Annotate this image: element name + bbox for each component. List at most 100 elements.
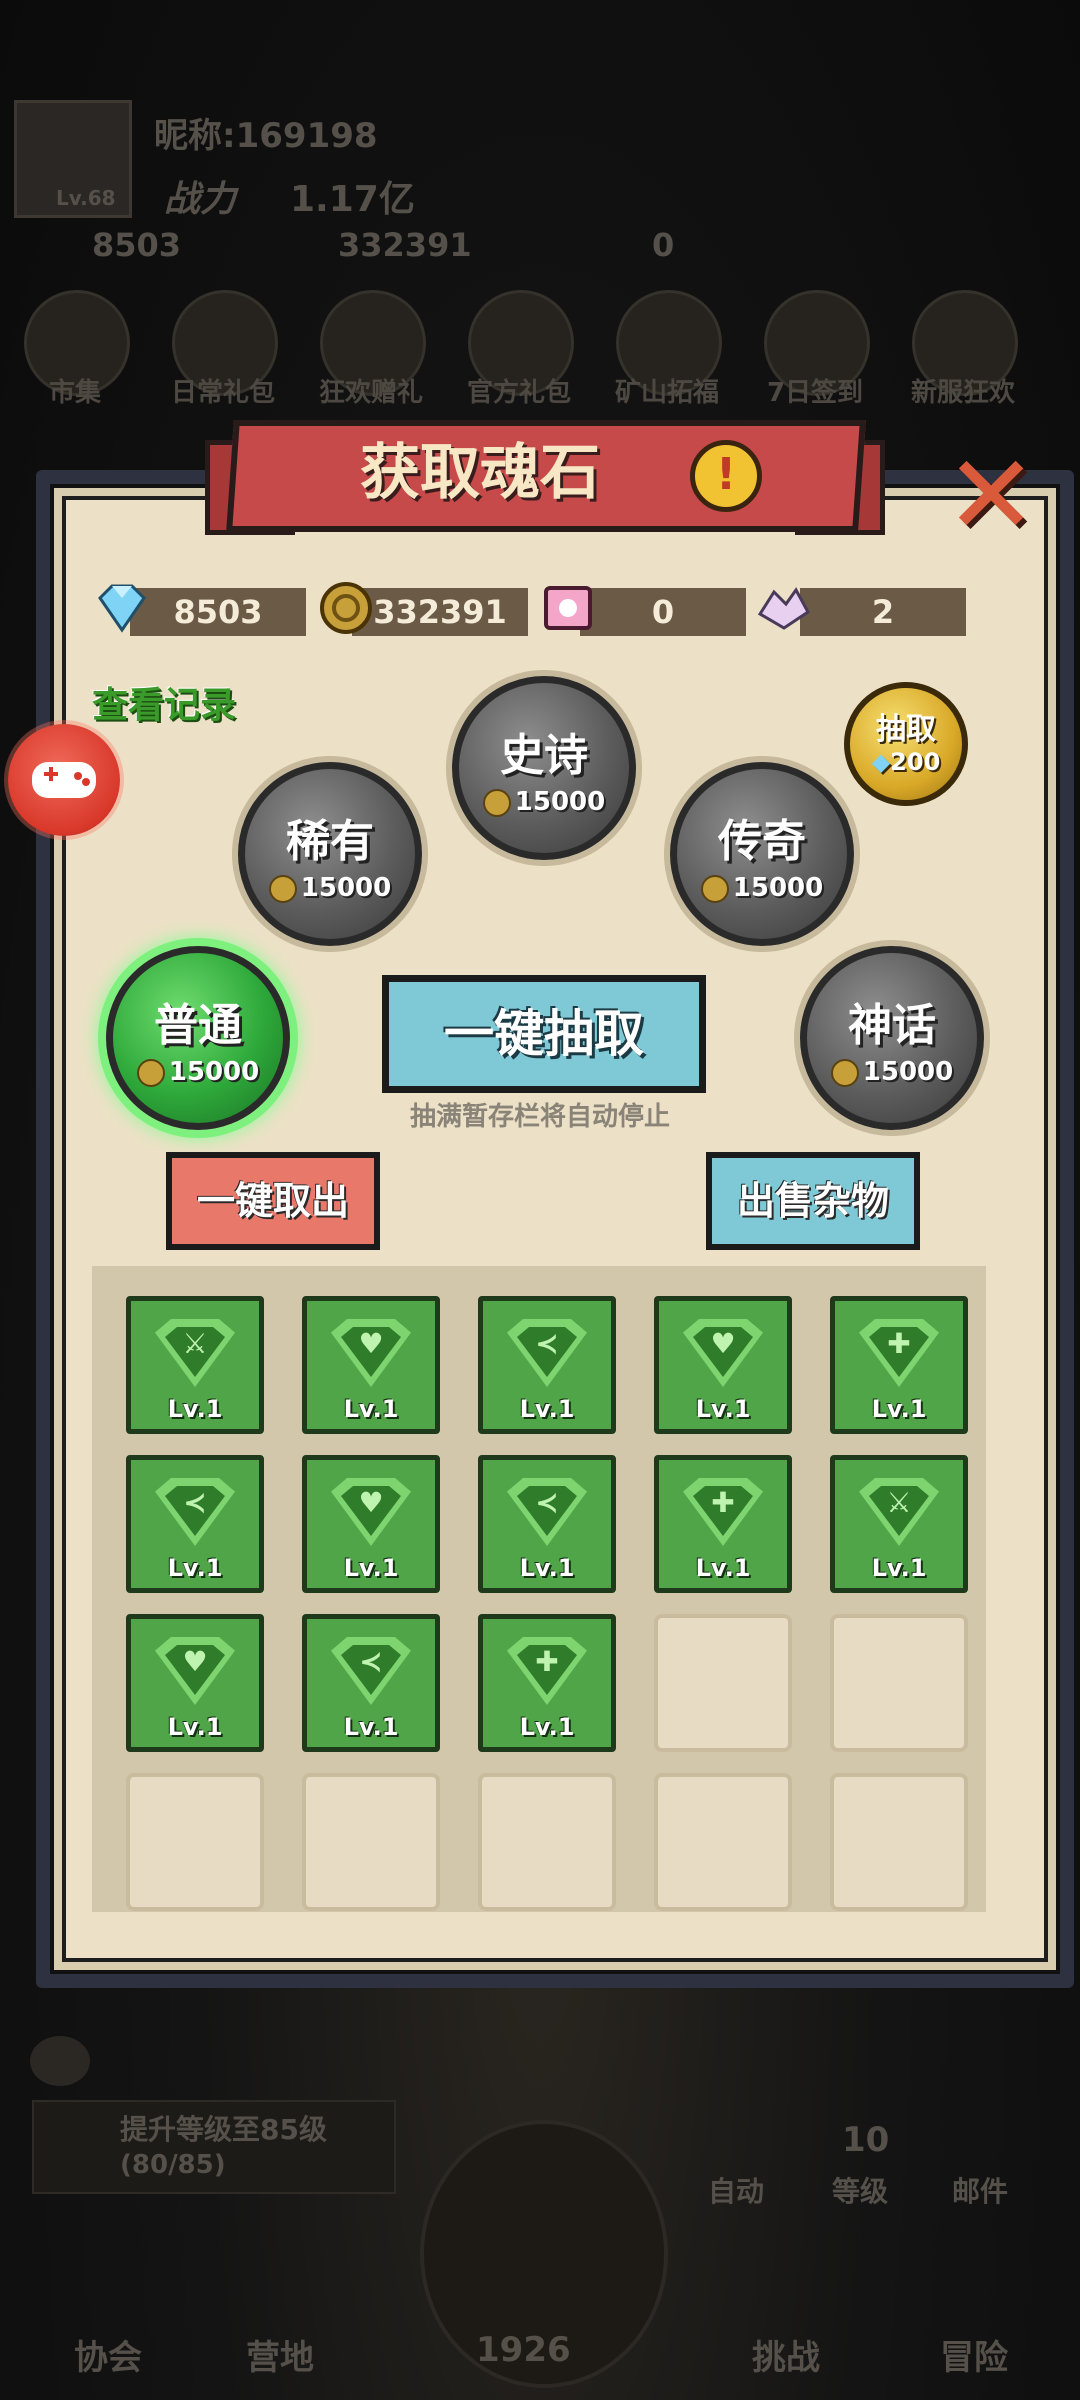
bg-icon-label-0: 市集 <box>48 378 101 408</box>
orb-rare-cost-value: 15000 <box>300 873 392 903</box>
soul-stone-slot[interactable]: ♥ Lv.1 <box>654 1296 792 1434</box>
slot-level: Lv.1 <box>695 1554 751 1582</box>
soul-stone-slot[interactable]: ≺ Lv.1 <box>302 1614 440 1752</box>
task-progress: (80/85) <box>120 2150 226 2180</box>
draw-gold-cost-value: 200 <box>890 748 941 776</box>
soul-stone-slot[interactable]: ⚔ Lv.1 <box>126 1296 264 1434</box>
nav-label-4[interactable]: 冒险 <box>940 2330 1008 2379</box>
crystal-value: 2 <box>871 593 895 631</box>
sword-icon: ⚔ <box>886 1486 912 1519</box>
nav-label-0[interactable]: 协会 <box>74 2330 142 2379</box>
gold-coin-icon <box>316 578 376 638</box>
currency-diamond: 8503 <box>130 588 306 636</box>
nav-label-3[interactable]: 挑战 <box>752 2330 820 2379</box>
one-click-draw-button[interactable]: 一键抽取 <box>382 975 706 1093</box>
empty-slot[interactable] <box>302 1773 440 1911</box>
panel-title: 获取魂石 <box>360 438 600 508</box>
slot-level: Lv.1 <box>343 1554 399 1582</box>
slot-level: Lv.1 <box>519 1395 575 1423</box>
mail-label[interactable]: 邮件 <box>952 2170 1008 2210</box>
shield-icon: ✚ <box>535 1645 559 1678</box>
orb-rare[interactable]: 稀有 15000 <box>238 762 422 946</box>
diamond-value: 8503 <box>173 593 263 631</box>
auto-stop-hint: 抽满暂存栏将自动停止 <box>409 1102 670 1132</box>
orb-rare-name: 稀有 <box>286 816 374 867</box>
orb-epic-name: 史诗 <box>500 730 588 781</box>
close-button[interactable]: ✕ <box>945 440 1037 550</box>
empty-slot[interactable] <box>830 1614 968 1752</box>
ticket-value: 0 <box>651 593 675 631</box>
boot-icon: ≺ <box>535 1486 559 1519</box>
one-click-take-button[interactable]: 一键取出 <box>166 1152 380 1250</box>
currency-ticket: 0 <box>580 588 746 636</box>
draw-gold-orb[interactable]: 抽取 ◆200 <box>844 682 968 806</box>
orb-epic-cost-value: 15000 <box>514 787 606 817</box>
orb-legend[interactable]: 传奇 15000 <box>670 762 854 946</box>
empty-slot[interactable] <box>126 1773 264 1911</box>
orb-normal[interactable]: 普通 15000 <box>106 946 290 1130</box>
orb-myth-name: 神话 <box>848 1000 936 1051</box>
slot-level: Lv.1 <box>695 1395 751 1423</box>
empty-slot[interactable] <box>654 1773 792 1911</box>
nav-label-1[interactable]: 营地 <box>246 2330 314 2379</box>
gamepad-float-icon[interactable] <box>8 724 120 836</box>
sell-junk-button[interactable]: 出售杂物 <box>706 1152 920 1250</box>
view-records-link[interactable]: 查看记录 <box>92 676 236 728</box>
orb-legend-cost: 15000 <box>677 873 847 903</box>
gold-coin-icon <box>700 874 729 903</box>
bg-gold-value: 332391 <box>338 226 472 264</box>
heart-icon: ♥ <box>182 1645 208 1678</box>
soul-stone-slot[interactable]: ≺ Lv.1 <box>478 1455 616 1593</box>
diamond-icon: ◆ <box>871 748 891 776</box>
currency-gold: 332391 <box>352 588 528 636</box>
empty-slot[interactable] <box>654 1614 792 1752</box>
level-label[interactable]: 等级 <box>832 2170 888 2210</box>
info-icon[interactable]: ! <box>690 440 762 512</box>
slot-level: Lv.1 <box>871 1395 927 1423</box>
player-level: Lv.68 <box>56 186 116 210</box>
slot-level: Lv.1 <box>871 1554 927 1582</box>
slot-level: Lv.1 <box>519 1713 575 1741</box>
soul-stone-slot[interactable]: ✚ Lv.1 <box>830 1296 968 1434</box>
orb-myth-cost: 15000 <box>807 1057 977 1087</box>
soul-stone-slot[interactable]: ≺ Lv.1 <box>478 1296 616 1434</box>
orb-normal-cost: 15000 <box>113 1057 283 1087</box>
orb-normal-name: 普通 <box>154 1000 242 1051</box>
auto-label[interactable]: 自动 <box>708 2170 764 2210</box>
nav-label-2: 1926 <box>476 2330 571 2370</box>
chat-bubble-icon[interactable] <box>30 2036 90 2086</box>
heart-icon: ♥ <box>358 1327 384 1360</box>
empty-slot[interactable] <box>478 1773 616 1911</box>
soul-stone-slot[interactable]: ✚ Lv.1 <box>654 1455 792 1593</box>
draw-gold-label: 抽取 <box>876 712 936 747</box>
heart-icon: ♥ <box>358 1486 384 1519</box>
boot-icon: ≺ <box>183 1486 207 1519</box>
soul-stone-slot[interactable]: ≺ Lv.1 <box>126 1455 264 1593</box>
gold-coin-icon <box>268 874 297 903</box>
orb-myth[interactable]: 神话 15000 <box>800 946 984 1130</box>
slot-level: Lv.1 <box>167 1395 223 1423</box>
slot-level: Lv.1 <box>519 1554 575 1582</box>
bg-icon-label-3: 官方礼包 <box>466 378 571 408</box>
bg-diamond-value: 8503 <box>92 226 182 264</box>
power-label: 战力 <box>164 179 237 220</box>
soul-stone-slot[interactable]: ✚ Lv.1 <box>478 1614 616 1752</box>
ticket-icon <box>538 578 598 638</box>
orb-epic[interactable]: 史诗 15000 <box>452 676 636 860</box>
shield-icon: ✚ <box>887 1327 911 1360</box>
soul-stone-slot[interactable]: ⚔ Lv.1 <box>830 1455 968 1593</box>
empty-slot[interactable] <box>830 1773 968 1911</box>
bg-icon-label-6: 新服狂欢 <box>910 378 1015 408</box>
orb-rare-cost: 15000 <box>245 873 415 903</box>
soul-stone-slot[interactable]: ♥ Lv.1 <box>302 1296 440 1434</box>
gold-coin-icon <box>136 1058 165 1087</box>
soul-stone-slot[interactable]: ♥ Lv.1 <box>126 1614 264 1752</box>
slot-level: Lv.1 <box>343 1395 399 1423</box>
shield-icon: ✚ <box>711 1486 735 1519</box>
task-text: 提升等级至85级 <box>120 2113 327 2146</box>
soul-stone-slot[interactable]: ♥ Lv.1 <box>302 1455 440 1593</box>
level-number: 10 <box>842 2120 890 2160</box>
orb-legend-name: 传奇 <box>718 816 806 867</box>
diamond-icon <box>92 578 152 638</box>
orb-epic-cost: 15000 <box>459 787 629 817</box>
